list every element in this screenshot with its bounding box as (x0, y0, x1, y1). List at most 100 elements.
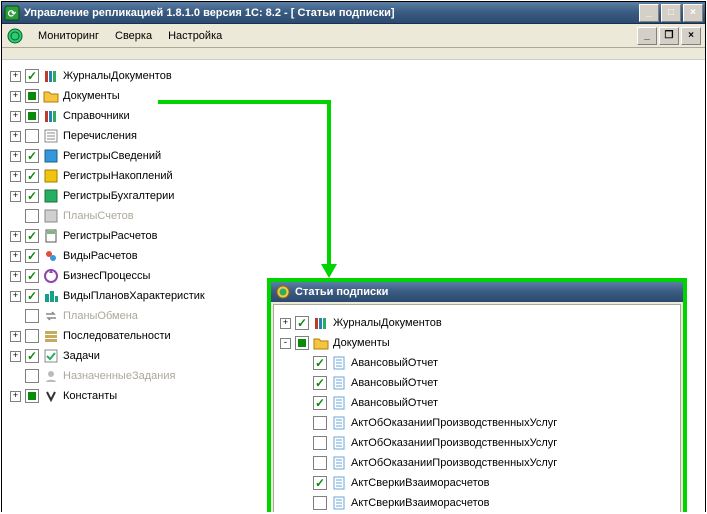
expander-icon[interactable]: + (10, 151, 21, 162)
expander-icon[interactable]: + (10, 271, 21, 282)
checkbox[interactable] (25, 309, 39, 323)
tree-item-label: РегистрыБухгалтерии (63, 190, 174, 202)
tree-row[interactable]: АктСверкиВзаиморасчетов (280, 473, 674, 493)
tree-row[interactable]: +РегистрыСведений (10, 146, 697, 166)
checkbox[interactable] (313, 496, 327, 510)
checkbox[interactable] (25, 89, 39, 103)
expander-icon[interactable]: + (10, 351, 21, 362)
expander-icon[interactable]: + (280, 318, 291, 329)
popup-body: + ЖурналыДокументов -Документы АвансовыйОтч… (271, 302, 683, 512)
tree-row[interactable]: АктОбОказанииПроизводственныхУслуг (280, 453, 674, 473)
assign-icon (43, 368, 59, 384)
close-button[interactable]: × (683, 4, 703, 22)
checkbox[interactable] (25, 269, 39, 283)
tree-row[interactable]: +РегистрыРасчетов (10, 226, 697, 246)
tree-item-label: Последовательности (63, 330, 171, 342)
types-icon (43, 248, 59, 264)
popup-titlebar: Статьи подписки (271, 282, 683, 302)
checkbox[interactable] (25, 189, 39, 203)
maximize-button[interactable]: □ (661, 4, 681, 22)
checkbox[interactable] (25, 229, 39, 243)
checkbox[interactable] (313, 356, 327, 370)
expander-icon[interactable]: + (10, 171, 21, 182)
annotation-arrow-head (321, 264, 337, 278)
checkbox[interactable] (25, 149, 39, 163)
expander-icon[interactable]: + (10, 391, 21, 402)
checkbox[interactable] (25, 249, 39, 263)
process-icon (43, 268, 59, 284)
popup-window: Статьи подписки + ЖурналыДокументов -Докум… (267, 278, 687, 512)
mdi-restore-button[interactable]: ❐ (659, 27, 679, 45)
tree-row[interactable]: АвансовыйОтчет (280, 373, 674, 393)
tree-item-label: Документы (63, 90, 120, 102)
tree-row[interactable]: АктСверкиВзаиморасчетов (280, 493, 674, 512)
expander-icon[interactable]: + (10, 291, 21, 302)
mdi-close-button[interactable]: × (681, 27, 701, 45)
books-icon (43, 68, 59, 84)
checkbox[interactable] (25, 289, 39, 303)
tree-item-label: ВидыПлановХарактеристик (63, 290, 205, 302)
annotation-arrow (327, 100, 331, 268)
tree-item-label: ПланыОбмена (63, 310, 138, 322)
checkbox[interactable] (313, 396, 327, 410)
checkbox[interactable] (313, 436, 327, 450)
checkbox[interactable] (313, 456, 327, 470)
expander-icon (10, 371, 21, 382)
menu-monitoring[interactable]: Мониторинг (30, 27, 107, 45)
checkbox[interactable] (25, 109, 39, 123)
checkbox[interactable] (313, 476, 327, 490)
doc-icon (331, 475, 347, 491)
tree-row[interactable]: +Перечисления (10, 126, 697, 146)
tree-row[interactable]: + РегистрыБухгалтерии (10, 186, 697, 206)
tree-row[interactable]: +ВидыРасчетов (10, 246, 697, 266)
checkbox[interactable] (295, 316, 309, 330)
tree-item-label: АктСверкиВзаиморасчетов (351, 497, 489, 509)
checkbox[interactable] (25, 329, 39, 343)
tree-row[interactable]: +Справочники (10, 106, 697, 126)
tree-row[interactable]: + Документы (10, 86, 697, 106)
checkbox[interactable] (25, 169, 39, 183)
expander-icon[interactable]: + (10, 91, 21, 102)
expander-icon (10, 311, 21, 322)
checkbox[interactable] (25, 69, 39, 83)
tree-row[interactable]: +РегистрыНакоплений (10, 166, 697, 186)
checkbox[interactable] (313, 416, 327, 430)
checkbox[interactable] (25, 129, 39, 143)
doc-icon (331, 375, 347, 391)
menu-check[interactable]: Сверка (107, 27, 160, 45)
tree-item-label: ЖурналыДокументов (333, 317, 442, 329)
tree-row[interactable]: АвансовыйОтчет (280, 353, 674, 373)
checkbox[interactable] (25, 369, 39, 383)
books-icon (43, 108, 59, 124)
checkbox[interactable] (25, 349, 39, 363)
minimize-button[interactable]: _ (639, 4, 659, 22)
tree-row[interactable]: АктОбОказанииПроизводственныхУслуг (280, 433, 674, 453)
checkbox[interactable] (25, 209, 39, 223)
checkbox[interactable] (295, 336, 309, 350)
expander-icon[interactable]: + (10, 131, 21, 142)
checkbox[interactable] (313, 376, 327, 390)
expander-icon[interactable]: + (10, 111, 21, 122)
expander-icon[interactable]: + (10, 71, 21, 82)
expander-icon[interactable]: - (280, 338, 291, 349)
tree-row[interactable]: АктОбОказанииПроизводственныхУслуг (280, 413, 674, 433)
expander-icon[interactable]: + (10, 331, 21, 342)
expander-icon[interactable]: + (10, 191, 21, 202)
tree-row[interactable]: АвансовыйОтчет (280, 393, 674, 413)
expander-icon[interactable]: + (10, 251, 21, 262)
expander-icon[interactable]: + (10, 231, 21, 242)
window-title: Управление репликацией 1.8.1.0 версия 1С… (24, 7, 639, 19)
tree-row[interactable]: + ЖурналыДокументов (280, 313, 674, 333)
checkbox[interactable] (25, 389, 39, 403)
tree-row[interactable]: -Документы (280, 333, 674, 353)
menubar: Мониторинг Сверка Настройка _ ❐ × (2, 24, 705, 48)
annotation-arrow (158, 100, 331, 104)
tree-item-label: НазначенныеЗадания (63, 370, 175, 382)
calc-icon (43, 228, 59, 244)
tree-row[interactable]: +ЖурналыДокументов (10, 66, 697, 86)
mdi-minimize-button[interactable]: _ (637, 27, 657, 45)
exchange-icon (43, 308, 59, 324)
menu-settings[interactable]: Настройка (160, 27, 230, 45)
tree-item-label: АвансовыйОтчет (351, 357, 438, 369)
tree-row[interactable]: ПланыСчетов (10, 206, 697, 226)
